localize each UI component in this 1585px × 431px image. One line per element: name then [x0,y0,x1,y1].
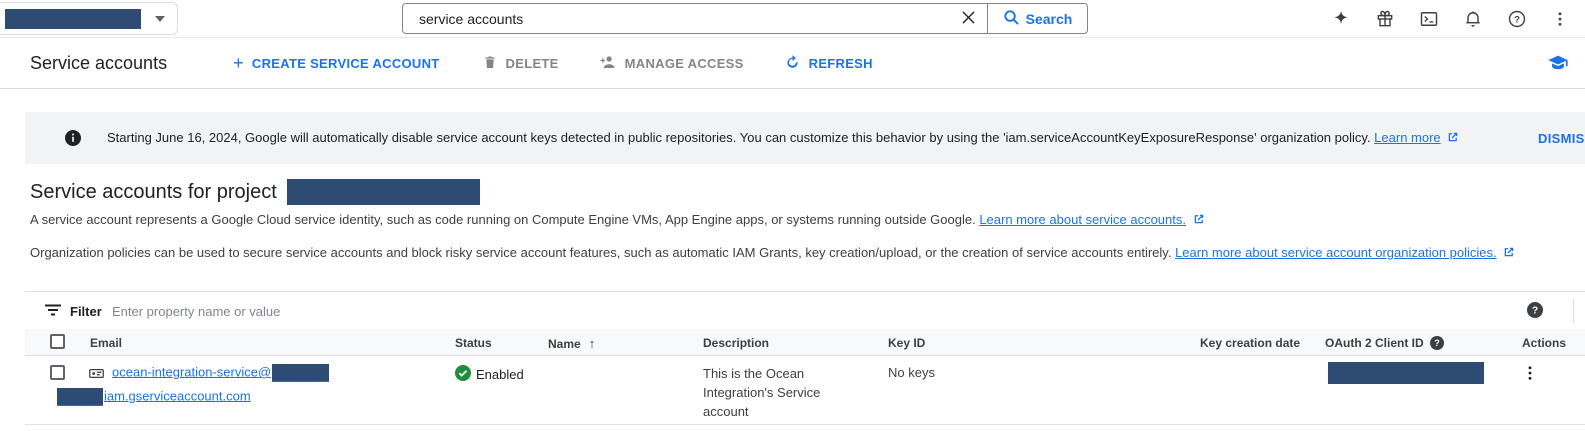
oauth-client-id-cell [1328,362,1484,384]
search-icon [1003,9,1020,29]
top-bar: service accounts Search ? [0,0,1585,38]
row-actions-menu-button[interactable] [1521,364,1539,385]
key-id-cell: No keys [888,365,935,380]
plus-icon: + [233,54,244,72]
filter-label: Filter [70,304,102,319]
info-icon [65,130,81,146]
chevron-down-icon [155,16,165,22]
email-line-2: iam.gserviceaccount.com [57,388,251,406]
person-add-icon [599,53,617,74]
redacted-oauth-client-id [1328,362,1484,384]
column-header-name[interactable]: Name ↑ [548,336,595,351]
sort-ascending-icon: ↑ [589,336,596,351]
project-selector[interactable] [0,2,178,35]
external-link-icon [1447,131,1459,146]
service-account-key-icon [88,365,105,382]
banner-message-text: Starting June 16, 2024, Google will auto… [107,130,1371,145]
filter-bar: Filter Enter property name or value ? [25,291,1585,330]
description-cell: This is the Ocean Integration's Service … [703,364,845,421]
search-bar: service accounts Search [402,3,1088,34]
delete-button[interactable]: DELETE [482,54,559,73]
search-button[interactable]: Search [987,3,1088,34]
close-icon [962,11,975,27]
learn-more-org-policies-link[interactable]: Learn more about service account organiz… [1175,245,1497,260]
table-header: Email Status Name ↑ Description Key ID Ke… [25,329,1585,356]
row-checkbox[interactable] [50,365,65,380]
oauth-help-icon[interactable]: ? [1430,336,1444,353]
help-icon[interactable]: ? [1507,9,1527,29]
column-header-actions: Actions [1522,336,1566,350]
learn-more-service-accounts-link[interactable]: Learn more about service accounts. [979,212,1186,227]
redacted-email-project-part-2 [57,388,103,406]
table-row: ocean-integration-service@ iam.gservicea… [25,356,1585,425]
search-input[interactable]: service accounts [402,3,988,34]
column-header-key-id[interactable]: Key ID [888,336,925,350]
filter-input[interactable]: Enter property name or value [112,292,1492,330]
gift-icon[interactable] [1375,9,1395,29]
column-header-name-label: Name [548,337,581,351]
filter-placeholder: Enter property name or value [112,304,280,319]
notifications-bell-icon[interactable] [1463,9,1483,29]
manage-access-button[interactable]: MANAGE ACCESS [599,53,744,74]
manage-access-label: MANAGE ACCESS [625,56,744,71]
intro-paragraph: A service account represents a Google Cl… [30,212,1205,228]
enabled-check-icon [455,365,471,384]
dismiss-button[interactable]: DISMISS [1532,112,1585,164]
learning-cap-icon[interactable] [1547,52,1569,74]
refresh-label: REFRESH [809,56,873,71]
email-line-1: ocean-integration-service@ [112,364,329,382]
info-banner: Starting June 16, 2024, Google will auto… [25,112,1585,164]
service-account-email-link[interactable]: ocean-integration-service@ [112,364,271,379]
more-vert-icon [1521,364,1539,385]
section-heading: Service accounts for project [30,179,480,205]
redacted-project-id [287,179,480,205]
service-account-email-domain-link[interactable]: iam.gserviceaccount.com [104,388,251,403]
column-header-email[interactable]: Email [90,336,122,350]
filter-button[interactable]: Filter [45,292,102,330]
page-title: Service accounts [30,53,167,74]
more-vert-icon[interactable] [1551,10,1569,28]
cloud-shell-icon[interactable] [1419,9,1439,29]
search-button-label: Search [1026,11,1073,27]
clear-search-button[interactable] [950,11,987,27]
search-query-text: service accounts [419,11,950,27]
topbar-icons: ? [1331,0,1569,37]
column-header-oauth-client-id[interactable]: OAuth 2 Client ID? [1325,336,1444,353]
external-link-icon [1193,213,1205,228]
status-cell: Enabled [455,365,524,384]
banner-message: Starting June 16, 2024, Google will auto… [107,130,1459,146]
create-service-account-label: CREATE SERVICE ACCOUNT [252,56,440,71]
delete-label: DELETE [506,56,559,71]
refresh-icon [784,53,801,73]
column-header-status[interactable]: Status [455,336,492,350]
external-link-icon [1503,246,1515,261]
filter-help-icon[interactable]: ? [1527,302,1543,318]
column-header-oauth-label: OAuth 2 Client ID [1325,336,1424,350]
svg-text:?: ? [1434,338,1439,348]
status-text: Enabled [476,367,524,382]
svg-text:?: ? [1532,306,1538,317]
column-header-description[interactable]: Description [703,336,769,350]
trash-icon [482,54,498,73]
divider [1573,299,1574,323]
page-toolbar: Service accounts + CREATE SERVICE ACCOUN… [0,38,1585,89]
redacted-project-name [5,9,141,29]
org-policy-text: Organization policies can be used to sec… [30,245,1171,260]
refresh-button[interactable]: REFRESH [784,53,873,73]
column-header-key-creation-date[interactable]: Key creation date [1200,336,1300,350]
gemini-sparkle-icon[interactable] [1331,9,1351,29]
select-all-checkbox[interactable] [50,334,65,349]
svg-text:?: ? [1514,14,1520,25]
create-service-account-button[interactable]: + CREATE SERVICE ACCOUNT [233,54,439,72]
redacted-email-project-part [272,364,329,382]
section-heading-text: Service accounts for project [30,181,277,204]
org-policy-paragraph: Organization policies can be used to sec… [30,245,1515,261]
filter-icon [45,304,61,319]
intro-text: A service account represents a Google Cl… [30,212,976,227]
banner-learn-more-link[interactable]: Learn more [1374,130,1440,145]
